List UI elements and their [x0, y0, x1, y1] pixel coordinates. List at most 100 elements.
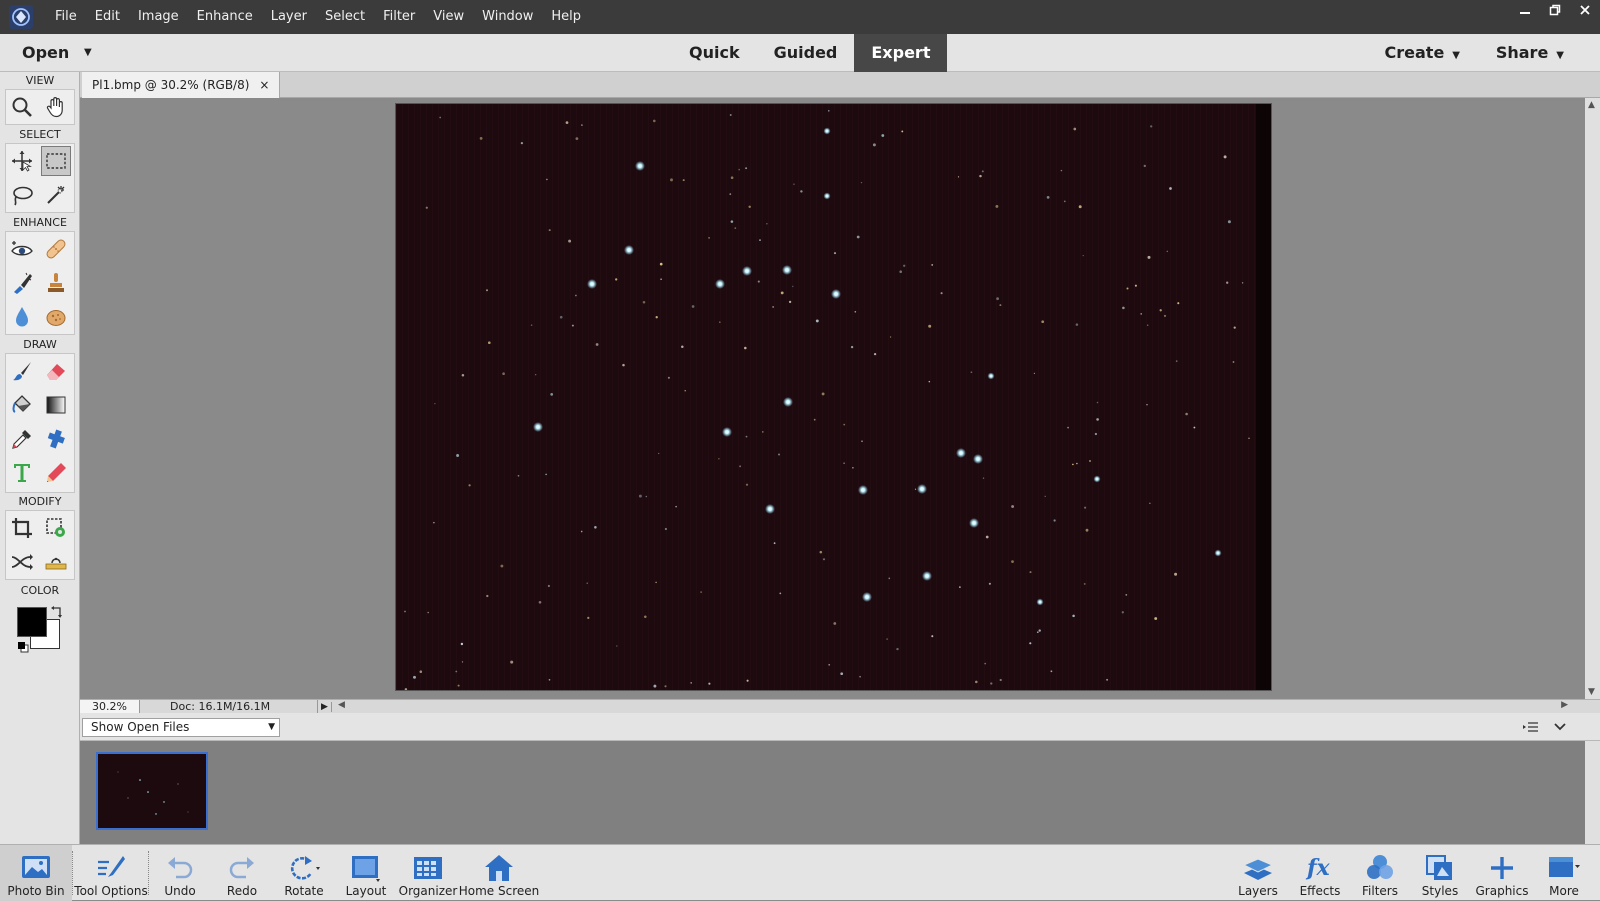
tool-options-button[interactable]: Tool Options	[74, 845, 148, 901]
faint-star	[413, 675, 416, 679]
faint-star	[580, 530, 583, 533]
layout-button[interactable]: Layout	[336, 845, 396, 901]
toolbox: VIEW SELECT ENHANCE DRAW MODIFY COLOR	[0, 72, 80, 844]
quick-selection-tool-icon[interactable]	[41, 180, 71, 210]
faint-star	[486, 594, 489, 598]
faint-star	[1122, 306, 1125, 310]
custom-shape-tool-icon[interactable]	[41, 424, 71, 454]
menu-image[interactable]: Image	[129, 0, 188, 34]
move-tool-icon[interactable]	[7, 146, 37, 176]
faint-star	[859, 675, 861, 678]
paint-bucket-tool-icon[interactable]	[7, 390, 37, 420]
lasso-tool-icon[interactable]	[7, 180, 37, 210]
eraser-tool-icon[interactable]	[41, 356, 71, 386]
photo-bin-filter-select[interactable]: Show Open Files ▼	[82, 718, 280, 737]
open-dropdown-caret-icon[interactable]: ▼	[84, 34, 92, 72]
create-button[interactable]: Create ▼	[1385, 34, 1460, 72]
section-enhance-label: ENHANCE	[13, 216, 67, 229]
smart-brush-tool-icon[interactable]	[7, 268, 37, 298]
eyedropper-tool-icon[interactable]	[7, 424, 37, 454]
undo-button[interactable]: Undo	[150, 845, 210, 901]
menu-filter[interactable]: Filter	[374, 0, 424, 34]
faint-star	[718, 458, 720, 460]
gradient-tool-icon[interactable]	[41, 390, 71, 420]
document-tab[interactable]: Pl1.bmp @ 30.2% (RGB/8) ×	[82, 72, 281, 98]
pencil-tool-icon[interactable]	[41, 458, 71, 488]
default-colors-icon[interactable]	[17, 641, 29, 653]
tab-quick[interactable]: Quick	[672, 34, 757, 72]
rectangular-marquee-tool-icon[interactable]	[41, 146, 71, 176]
styles-button[interactable]: Styles	[1410, 845, 1470, 901]
zoom-level-field[interactable]: 30.2%	[80, 699, 140, 714]
view-tools	[5, 89, 75, 125]
mode-bar: Open ▼ Quick Guided Expert Create ▼ Share…	[0, 34, 1600, 72]
faint-star	[1075, 323, 1079, 326]
menu-select[interactable]: Select	[316, 0, 374, 34]
open-button[interactable]: Open	[22, 34, 69, 72]
canvas-area[interactable]	[80, 98, 1585, 699]
menu-file[interactable]: File	[46, 0, 86, 34]
photo-bin-button[interactable]: Photo Bin	[0, 845, 72, 901]
close-window-icon[interactable]	[1570, 0, 1600, 20]
graphics-button[interactable]: Graphics	[1470, 845, 1534, 901]
bright-star	[765, 504, 775, 514]
blur-tool-icon[interactable]	[7, 302, 37, 332]
recompose-tool-icon[interactable]	[41, 513, 71, 543]
scroll-right-icon[interactable]: ▶	[1561, 700, 1568, 710]
menu-help[interactable]: Help	[542, 0, 590, 34]
faint-star	[1223, 155, 1227, 159]
content-aware-move-tool-icon[interactable]	[7, 547, 37, 577]
filters-button[interactable]: Filters	[1350, 845, 1410, 901]
zoom-tool-icon[interactable]	[7, 92, 37, 122]
more-button[interactable]: More	[1534, 845, 1594, 901]
collapse-bin-icon[interactable]	[1552, 719, 1568, 735]
menu-view[interactable]: View	[424, 0, 473, 34]
faint-star	[546, 178, 548, 181]
sponge-tool-icon[interactable]	[41, 302, 71, 332]
minimize-icon[interactable]	[1510, 0, 1540, 20]
status-menu-arrow-icon[interactable]: ▶	[318, 701, 332, 712]
organizer-button[interactable]: Organizer	[396, 845, 460, 901]
rotate-button[interactable]: Rotate	[274, 845, 334, 901]
clone-stamp-tool-icon[interactable]	[41, 268, 71, 298]
hand-tool-icon[interactable]	[41, 92, 71, 122]
photo-thumbnail[interactable]	[96, 752, 208, 830]
photo-bin-scrollbar[interactable]	[1585, 741, 1600, 844]
canvas-vertical-scrollbar[interactable]: ▲ ▼	[1585, 98, 1600, 699]
spot-healing-brush-tool-icon[interactable]	[41, 234, 71, 264]
type-tool-icon[interactable]	[7, 458, 37, 488]
scroll-down-icon[interactable]: ▼	[1588, 687, 1595, 697]
layers-button[interactable]: Layers	[1228, 845, 1288, 901]
straighten-tool-icon[interactable]	[41, 547, 71, 577]
menu-window[interactable]: Window	[473, 0, 542, 34]
menu-layer[interactable]: Layer	[262, 0, 316, 34]
menu-edit[interactable]: Edit	[86, 0, 129, 34]
tab-expert[interactable]: Expert	[854, 34, 948, 72]
foreground-color-swatch[interactable]	[17, 607, 47, 637]
crop-tool-icon[interactable]	[7, 513, 37, 543]
scroll-up-icon[interactable]: ▲	[1588, 100, 1595, 110]
swap-colors-icon[interactable]	[50, 605, 64, 619]
faint-star	[520, 141, 524, 145]
effects-button[interactable]: fx Effects	[1290, 845, 1350, 901]
image-canvas[interactable]	[396, 104, 1271, 691]
bin-options-menu-icon[interactable]	[1522, 719, 1540, 735]
brush-tool-icon[interactable]	[7, 356, 37, 386]
close-document-icon[interactable]: ×	[259, 78, 269, 92]
red-eye-removal-tool-icon[interactable]	[7, 234, 37, 264]
redo-button[interactable]: Redo	[212, 845, 272, 901]
home-screen-button[interactable]: Home Screen	[459, 845, 539, 901]
restore-icon[interactable]	[1540, 0, 1570, 20]
faint-star	[615, 278, 618, 281]
faint-star	[550, 393, 554, 396]
bright-star	[722, 427, 732, 437]
color-swatches	[14, 605, 66, 655]
menu-enhance[interactable]: Enhance	[188, 0, 262, 34]
app-logo-icon[interactable]	[6, 3, 36, 31]
share-button[interactable]: Share ▼	[1496, 34, 1564, 72]
faint-star	[460, 642, 464, 646]
scroll-left-icon[interactable]: ◀	[338, 700, 345, 710]
tab-guided[interactable]: Guided	[757, 34, 855, 72]
fx-icon: fx	[1303, 851, 1337, 885]
canvas-horizontal-scrollbar[interactable]: ◀ ▶	[332, 700, 1600, 714]
